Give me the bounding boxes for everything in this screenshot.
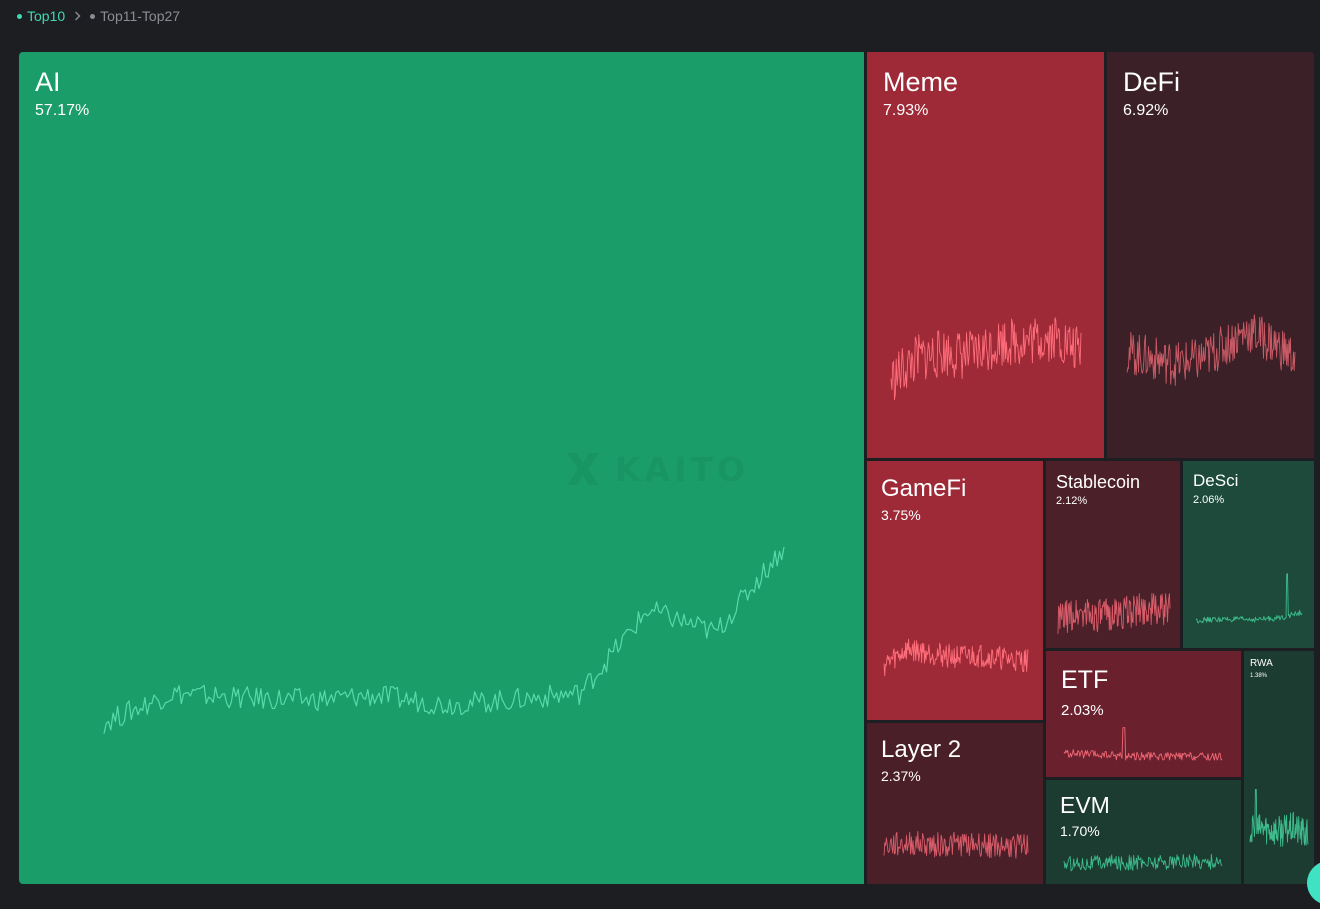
tile-desci-name: DeSci (1193, 471, 1239, 490)
sparkline-path (1063, 727, 1223, 761)
tile-defi-name: DeFi (1123, 67, 1181, 97)
active-dot-icon (17, 13, 22, 19)
tile-stablecoin-sparkline (1057, 593, 1171, 634)
breadcrumb-top10-label: Top10 (27, 8, 66, 24)
tile-meme-percent: 7.93% (883, 102, 929, 119)
breadcrumb-top11-top27[interactable]: Top11-Top27 (90, 8, 180, 24)
tile-stablecoin-name: Stablecoin (1056, 472, 1141, 492)
breadcrumb-top11-top27-label: Top11-Top27 (100, 8, 181, 24)
tile-rwa-name: RWA (1250, 658, 1273, 669)
tile-layer2[interactable]: Layer 2 2.37% (867, 723, 1043, 884)
tile-meme-name: Meme (883, 67, 959, 97)
tile-gamefi-sparkline (883, 638, 1029, 677)
sparkline-path (890, 317, 1082, 401)
inactive-dot-icon (90, 13, 96, 19)
sparkline-path (1057, 593, 1171, 634)
sparkline-path (883, 638, 1029, 677)
tile-desci-percent: 2.06% (1193, 494, 1225, 506)
tile-etf[interactable]: ETF 2.03% (1046, 651, 1241, 777)
tile-stablecoin-percent: 2.12% (1056, 495, 1088, 507)
tile-defi-percent: 6.92% (1123, 102, 1169, 119)
tile-desci[interactable]: DeSci 2.06% (1183, 461, 1314, 648)
kaito-watermark-text: KAITO (615, 449, 749, 489)
tile-rwa-percent: 1.38% (1250, 673, 1268, 679)
sparkline-path (1249, 789, 1309, 847)
kaito-watermark: KAITO (563, 449, 749, 489)
tile-ai-sparkline (103, 546, 785, 734)
tile-meme[interactable]: Meme 7.93% (867, 52, 1104, 458)
tile-gamefi-name: GameFi (881, 475, 967, 502)
tile-rwa[interactable]: RWA 1.38% (1244, 651, 1314, 884)
tile-layer2-name: Layer 2 (881, 736, 962, 763)
tile-rwa-sparkline (1249, 789, 1309, 847)
breadcrumb-top10[interactable]: Top10 (17, 8, 65, 24)
tile-meme-sparkline (890, 317, 1082, 401)
sparkline-path (1195, 573, 1303, 624)
tile-etf-name: ETF (1061, 666, 1109, 694)
tile-gamefi[interactable]: GameFi 3.75% (867, 461, 1043, 720)
breadcrumb: Top10 Top11-Top27 (17, 7, 180, 25)
tile-evm[interactable]: EVM 1.70% (1046, 780, 1241, 884)
chevron-right-icon (74, 11, 81, 21)
tile-etf-percent: 2.03% (1061, 702, 1104, 719)
tile-layer2-percent: 2.37% (881, 768, 921, 784)
tile-desci-sparkline (1195, 573, 1303, 624)
tile-stablecoin[interactable]: Stablecoin 2.12% (1046, 461, 1180, 648)
sparkline-path (1126, 314, 1296, 386)
sparkline-path (1063, 853, 1223, 872)
tile-defi[interactable]: DeFi 6.92% (1107, 52, 1314, 458)
tile-evm-percent: 1.70% (1060, 823, 1100, 839)
tile-gamefi-percent: 3.75% (881, 507, 921, 523)
tile-evm-name: EVM (1060, 792, 1110, 818)
tile-layer2-sparkline (883, 830, 1029, 859)
tile-ai[interactable]: AI 57.17% KAITO (19, 52, 864, 884)
sparkline-path (103, 546, 785, 734)
tile-ai-name: AI (35, 67, 61, 97)
kaito-logo-icon (567, 453, 599, 485)
tile-ai-percent: 57.17% (35, 102, 90, 119)
tile-defi-sparkline (1126, 314, 1296, 386)
tile-etf-sparkline (1063, 727, 1223, 761)
sparkline-path (883, 830, 1029, 859)
sector-treemap: AI 57.17% KAITO Meme 7.93% DeFi 6.92% Ga… (19, 52, 1314, 884)
tile-evm-sparkline (1063, 853, 1223, 872)
